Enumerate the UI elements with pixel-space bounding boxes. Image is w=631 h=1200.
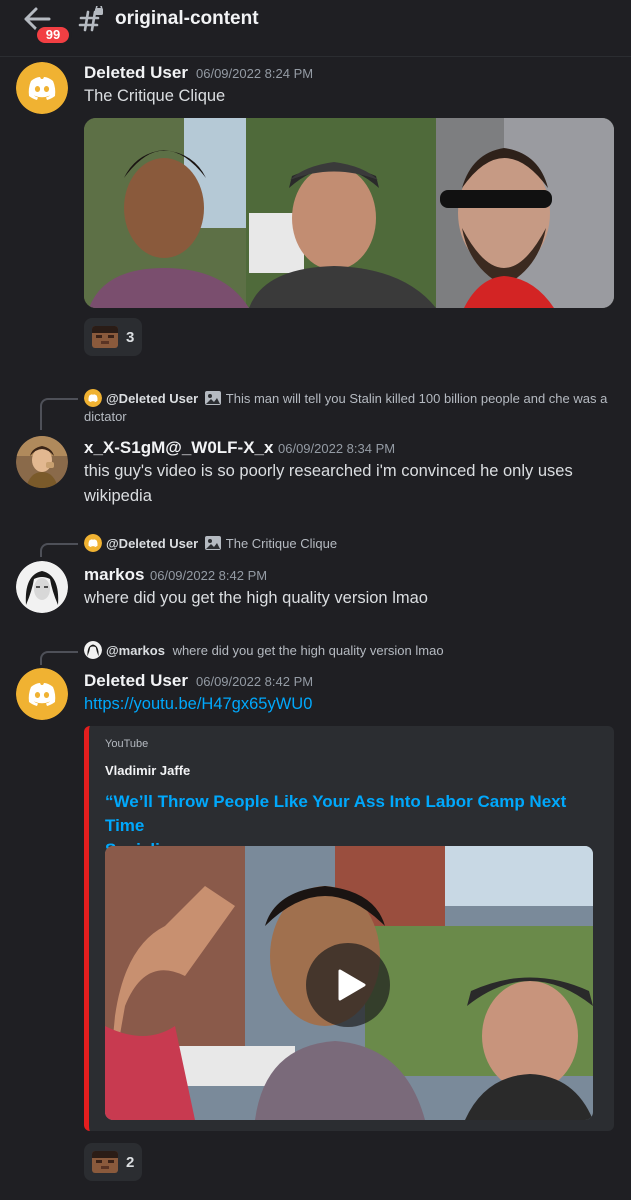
avatar[interactable]: [16, 436, 68, 488]
discord-logo-icon: [16, 62, 68, 114]
reply-connector: [40, 543, 78, 557]
embed-provider[interactable]: YouTube: [105, 738, 148, 750]
user-avatar-mini: [84, 641, 102, 659]
unread-badge: 99: [34, 24, 72, 46]
timestamp: 06/09/2022 8:34 PM: [278, 441, 396, 456]
reaction-pill[interactable]: 3: [84, 318, 143, 356]
message-link[interactable]: https://youtu.be/H47gx65yWU0: [84, 692, 312, 717]
message-line: this guy's video is so poorly researched…: [84, 462, 573, 480]
attached-image[interactable]: [84, 118, 614, 308]
username[interactable]: Deleted User: [84, 63, 188, 83]
discord-logo-icon: [84, 389, 102, 407]
reply-text: This man will tell you Stalin killed 100…: [225, 391, 608, 406]
embed-title-line: “We’ll Throw People Like Your Ass Into L…: [105, 792, 567, 835]
avatar[interactable]: [16, 561, 68, 613]
avatar[interactable]: [16, 62, 68, 114]
avatar[interactable]: [16, 668, 68, 720]
discord-logo-icon: [16, 668, 68, 720]
reply-text: The Critique Clique: [225, 536, 338, 551]
image-icon: [204, 535, 222, 551]
header-divider: [0, 56, 631, 57]
reply-text: dictator: [84, 409, 127, 424]
reply-username: @Deleted User: [106, 536, 199, 551]
play-icon[interactable]: [306, 943, 390, 1027]
message-text: where did you get the high quality versi…: [84, 589, 428, 607]
reply-preview[interactable]: @Deleted User The Critique Clique: [84, 534, 619, 553]
username[interactable]: Deleted User: [84, 671, 188, 691]
locked-hash-icon: [78, 6, 103, 32]
youtube-embed: YouTube Vladimir Jaffe “We’ll Throw Peop…: [84, 726, 614, 1131]
video-thumbnail[interactable]: [105, 846, 593, 1120]
face-emoji-icon: [92, 326, 118, 348]
reply-username: @markos: [106, 643, 165, 658]
embed-author[interactable]: Vladimir Jaffe: [105, 763, 190, 778]
reply-preview[interactable]: @Deleted User This man will tell you Sta…: [84, 389, 619, 426]
timestamp: 06/09/2022 8:42 PM: [150, 568, 268, 583]
message-text: this guy's video is so poorly researched…: [84, 459, 614, 509]
reaction-count: 3: [126, 328, 135, 346]
image-icon: [204, 390, 222, 406]
top-bar: 99 original-content: [0, 0, 631, 50]
reaction-pill[interactable]: 2: [84, 1143, 143, 1181]
face-emoji-icon: [92, 1151, 118, 1173]
reply-preview[interactable]: @markos where did you get the high quali…: [84, 641, 619, 660]
channel-name[interactable]: original-content: [115, 8, 259, 30]
username[interactable]: x_X-S1gM@_W0LF-X_x: [84, 438, 273, 458]
reaction-count: 2: [126, 1153, 135, 1171]
discord-logo-icon: [84, 534, 102, 552]
timestamp: 06/09/2022 8:24 PM: [196, 66, 314, 81]
reply-text: where did you get the high quality versi…: [172, 643, 444, 658]
message-text: The Critique Clique: [84, 87, 226, 105]
username[interactable]: markos: [84, 565, 144, 585]
reply-username: @Deleted User: [106, 391, 199, 406]
reply-connector: [40, 398, 78, 430]
message-line: wikipedia: [84, 487, 152, 505]
reply-connector: [40, 651, 78, 665]
timestamp: 06/09/2022 8:42 PM: [196, 674, 314, 689]
